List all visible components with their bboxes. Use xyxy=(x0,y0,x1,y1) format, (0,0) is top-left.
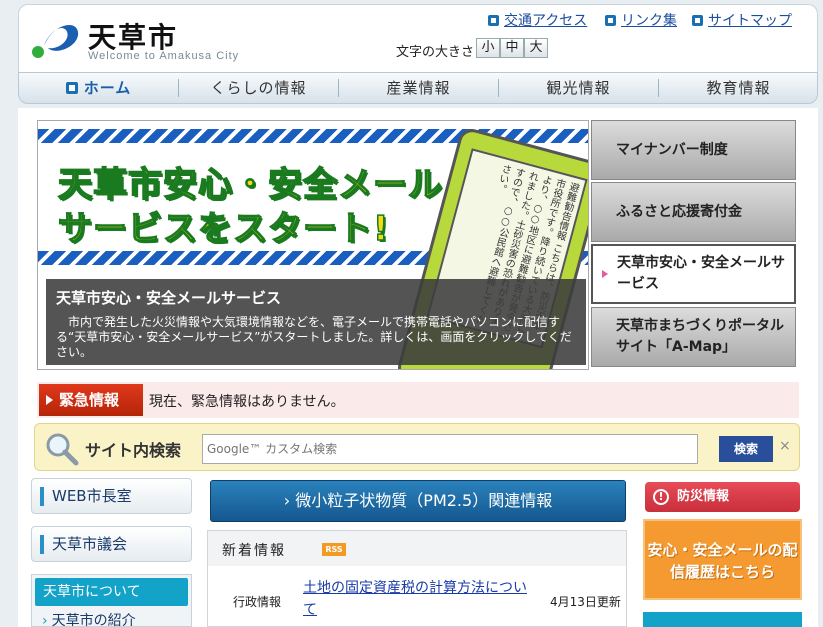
left-link-mayor[interactable]: WEB市長室 xyxy=(31,478,192,514)
about-city-heading[interactable]: 天草市について xyxy=(35,578,188,606)
alert-icon: ! xyxy=(653,489,669,505)
sitemap-link[interactable]: サイトマップ xyxy=(692,10,792,30)
emergency-label: 緊急情報 xyxy=(39,384,143,416)
nav-tourism[interactable]: 観光情報 xyxy=(499,73,658,103)
news-header: 新着情報 RSS xyxy=(208,531,626,566)
nav-industry[interactable]: 産業情報 xyxy=(339,73,498,103)
search-button[interactable]: 検索 xyxy=(719,436,773,462)
link-bullet-icon xyxy=(488,14,499,26)
nav-home[interactable]: ホーム xyxy=(19,73,178,103)
banner-caption-body: 市内で発生した火災情報や大気環境情報などを、電子メールで携帯電話やパソコンに配信… xyxy=(56,315,572,359)
emergency-text: 現在、緊急情報はありません。 xyxy=(149,394,345,410)
font-size-label: 文字の大きさ xyxy=(396,45,475,60)
link-bullet-icon xyxy=(605,14,616,26)
home-bullet-icon xyxy=(65,82,78,94)
banner-caption-title: 天草市安心・安全メールサービス xyxy=(56,289,282,307)
font-size-medium-button[interactable]: 中 xyxy=(500,38,524,58)
about-city-intro-link[interactable]: 天草市の紹介 xyxy=(42,610,136,627)
disaster-info-button[interactable]: ! 防災情報 xyxy=(645,482,800,512)
nav-living[interactable]: くらしの情報 xyxy=(179,73,338,103)
about-city-menu: 天草市について 天草市の紹介 xyxy=(31,574,192,627)
city-logo-icon[interactable] xyxy=(30,16,82,60)
banner-tab-amap[interactable]: 天草市まちづくりポータルサイト「A-Map」 xyxy=(591,307,796,367)
clear-icon[interactable]: × xyxy=(779,438,791,454)
left-link-council[interactable]: 天草市議会 xyxy=(31,526,192,562)
active-arrow-icon xyxy=(602,270,608,278)
font-size-large-button[interactable]: 大 xyxy=(524,38,548,58)
banner-tab-furusato[interactable]: ふるさと応援寄付金 xyxy=(591,182,796,242)
banner-tab-safety-mail[interactable]: 天草市安心・安全メールサービス xyxy=(591,244,796,304)
links-link[interactable]: リンク集 xyxy=(605,10,677,30)
banner-tab-mynumber[interactable]: マイナンバー制度 xyxy=(591,120,796,180)
news-link[interactable]: 土地の固定資産税の計算方法について xyxy=(303,577,533,621)
font-size-small-button[interactable]: 小 xyxy=(476,38,500,58)
site-search: サイト内検索 検索 × xyxy=(34,423,800,471)
news-category: 行政情報 xyxy=(233,595,282,609)
right-banner-partial[interactable] xyxy=(643,612,802,627)
news-panel: 新着情報 RSS 行政情報 土地の固定資産税の計算方法について 4月13日更新 xyxy=(207,530,627,627)
banner-headline: サービスをスタート! xyxy=(57,208,390,250)
banner-caption: 天草市安心・安全メールサービス 市内で発生した火災情報や大気環境情報などを、電子… xyxy=(46,279,586,365)
link-bullet-icon xyxy=(692,14,703,26)
feature-banner[interactable]: 天草市安心・安全メール サービスをスタート! 避難勧告情報 こちらは、防災天草市… xyxy=(37,120,589,370)
emergency-bar: 緊急情報 現在、緊急情報はありません。 xyxy=(37,382,799,418)
search-input[interactable] xyxy=(202,434,698,464)
search-label: サイト内検索 xyxy=(85,441,182,460)
pm25-banner[interactable]: › 微小粒子状物質（PM2.5）関連情報 xyxy=(210,480,626,522)
rss-icon[interactable]: RSS xyxy=(322,543,346,556)
nav-education[interactable]: 教育情報 xyxy=(659,73,818,103)
chevron-right-icon: › xyxy=(283,491,291,510)
news-date: 4月13日更新 xyxy=(550,595,621,609)
news-title: 新着情報 xyxy=(222,543,286,559)
mail-history-banner[interactable]: 安心・安全メールの配信履歴はこちら xyxy=(643,519,802,600)
banner-headline: 天草市安心・安全メール xyxy=(57,164,443,206)
site-subtitle: Welcome to Amakusa City xyxy=(88,50,240,62)
global-nav: ホーム くらしの情報 産業情報 観光情報 教育情報 xyxy=(18,72,818,104)
magnifier-icon xyxy=(46,433,79,466)
access-link[interactable]: 交通アクセス xyxy=(488,10,587,30)
